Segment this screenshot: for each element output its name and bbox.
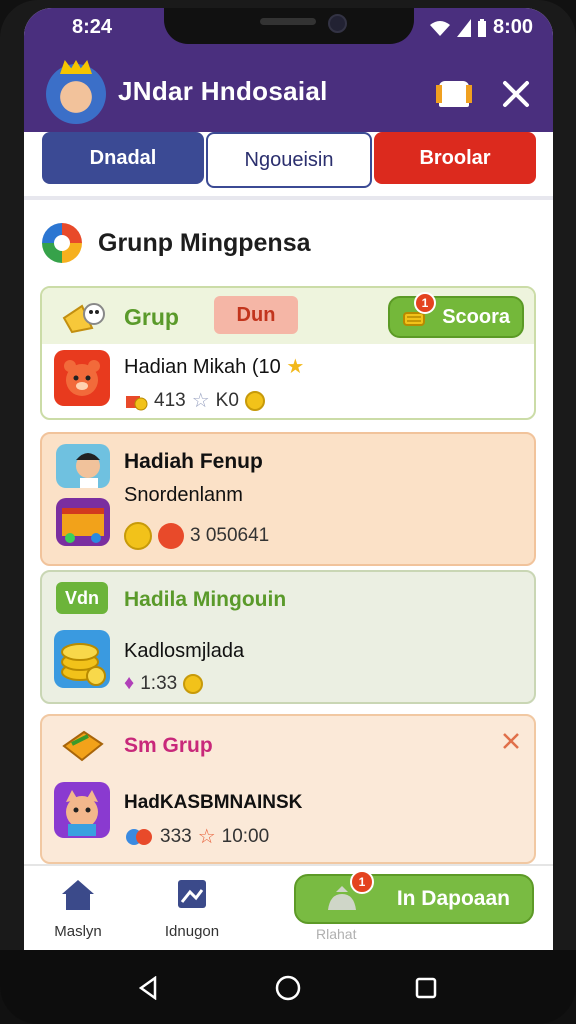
android-nav-bar: [0, 950, 576, 1024]
deposit-button[interactable]: In Dapoaan: [294, 874, 534, 924]
group-row-title: Hadian Mikah (10 ★: [124, 354, 304, 379]
gem-icon: ♦: [124, 672, 135, 694]
bear-avatar-icon: [54, 350, 110, 406]
status-time: 8:24: [72, 16, 113, 38]
deposit-badge: 1: [350, 870, 374, 894]
star-outline-icon: ☆: [191, 390, 210, 412]
green-card-subtitle: Kadlosmjlada: [124, 640, 245, 662]
front-camera: [328, 14, 347, 33]
cat-avatar-icon: [54, 782, 110, 838]
reward-card-meta-value: 3 050641: [190, 525, 270, 546]
notification-button[interactable]: [436, 76, 472, 112]
home-icon: [62, 880, 94, 910]
section-title: Grunp Mingpensa: [98, 228, 311, 257]
deposit-sublabel: Rlahat: [316, 926, 357, 942]
group-row-title-text: Hadian Mikah (10: [124, 356, 281, 378]
group-card-title: Grup: [124, 304, 179, 330]
camera-notch: [164, 8, 414, 44]
reward-card-meta: 3 050641: [124, 522, 269, 550]
star-outline-icon: ☆: [197, 826, 216, 848]
app-screen: 8:24 8:00 JNdar Hndosaial Dnadal Ngoueis…: [24, 8, 553, 950]
app-logo-icon: [46, 64, 106, 124]
coin-icon: [183, 673, 204, 694]
gift-icon: [126, 395, 148, 410]
box-icon: [60, 726, 106, 766]
reward-card-subtitle: Snordenlanm: [124, 484, 243, 506]
tab-ngoueisin[interactable]: Ngoueisin: [206, 132, 372, 188]
speaker-grille: [260, 18, 316, 25]
score-button-label: Scoora: [442, 305, 510, 328]
star-icon: ★: [286, 356, 305, 378]
close-icon: [503, 81, 529, 107]
back-button[interactable]: [128, 968, 168, 1008]
green-card-meta: ♦ 1:33: [124, 672, 204, 695]
mascot-icon: [62, 298, 105, 334]
recents-square-icon: [415, 977, 437, 999]
section-header: Grunp Mingpensa: [42, 218, 311, 268]
score-button[interactable]: Scoora: [388, 296, 524, 338]
back-triangle-icon: [138, 976, 157, 1000]
status-time-right: 8:00: [492, 16, 533, 38]
deposit-button-label: In Dapoaan: [396, 887, 510, 910]
treasure-icon: [56, 498, 110, 546]
tab-broolar[interactable]: Broolar: [374, 132, 536, 184]
nav-upload-label: Idnugon: [164, 923, 220, 940]
status-indicators: 8:00: [429, 16, 533, 39]
gold-coins-icon: [54, 630, 110, 688]
gift-icon: [126, 828, 152, 845]
home-circle-icon: [275, 975, 301, 1001]
wifi-icon: [429, 20, 450, 36]
reward-card-orange[interactable]: Hadiah Fenup Snordenlanm 3 050641: [40, 432, 536, 566]
group-card[interactable]: Grup Dun Scoora 1 Hadian Mikah (10 ★ 413…: [40, 286, 536, 420]
gallery-icon: [178, 880, 206, 908]
green-card-meta-value: 1:33: [140, 672, 178, 694]
small-card-row-title: HadKASBMNAINSK: [124, 792, 303, 813]
nav-upload[interactable]: Idnugon: [142, 874, 242, 940]
top-bar: 8:24 8:00 JNdar Hndosaial: [24, 8, 553, 132]
reward-card-green[interactable]: Vdn Hadila Mingouin Kadlosmjlada ♦ 1:33: [40, 570, 536, 704]
group-meta-a: 413: [154, 389, 186, 411]
inbox-icon: [436, 81, 472, 107]
small-card-title: Sm Grup: [124, 734, 213, 757]
group-card-small[interactable]: Sm Grup HadKASBMNAINSK 333 ☆ 10:00: [40, 714, 536, 864]
score-badge: 1: [414, 292, 436, 314]
close-icon: [503, 733, 519, 749]
home-button[interactable]: [268, 968, 308, 1008]
battery-icon: [477, 18, 486, 37]
compass-icon: [42, 223, 82, 263]
header-divider: [24, 196, 553, 200]
app-header: JNdar Hndosaial: [24, 60, 553, 130]
small-card-meta: 333 ☆ 10:00: [124, 824, 269, 849]
tab-dnadal[interactable]: Dnadal: [42, 132, 204, 184]
reward-card-title: Hadiah Fenup: [124, 450, 263, 473]
person-avatar-icon: [56, 444, 110, 488]
recents-button[interactable]: [406, 968, 446, 1008]
signal-icon: [456, 18, 471, 37]
coin-icon: [244, 390, 265, 411]
group-tag: Dun: [214, 296, 298, 334]
app-title: JNdar Hndosaial: [118, 76, 328, 106]
token-icon: [158, 523, 184, 549]
nav-home[interactable]: Maslyn: [28, 874, 128, 940]
coin-icon: [124, 522, 152, 550]
phone-frame: 8:24 8:00 JNdar Hndosaial Dnadal Ngoueis…: [0, 0, 576, 1024]
group-row-meta: 413 ☆ K0: [124, 388, 265, 413]
small-card-meta-b: 10:00: [221, 825, 270, 847]
close-button[interactable]: [498, 76, 534, 112]
dismiss-button[interactable]: [502, 730, 520, 756]
card-tag: Vdn: [56, 582, 108, 614]
green-card-title: Hadila Mingouin: [124, 588, 287, 611]
tab-bar: Dnadal Ngoueisin Broolar: [42, 132, 536, 188]
small-card-meta-a: 333: [160, 825, 192, 847]
nav-home-label: Maslyn: [54, 923, 102, 940]
group-meta-b: K0: [215, 389, 239, 411]
